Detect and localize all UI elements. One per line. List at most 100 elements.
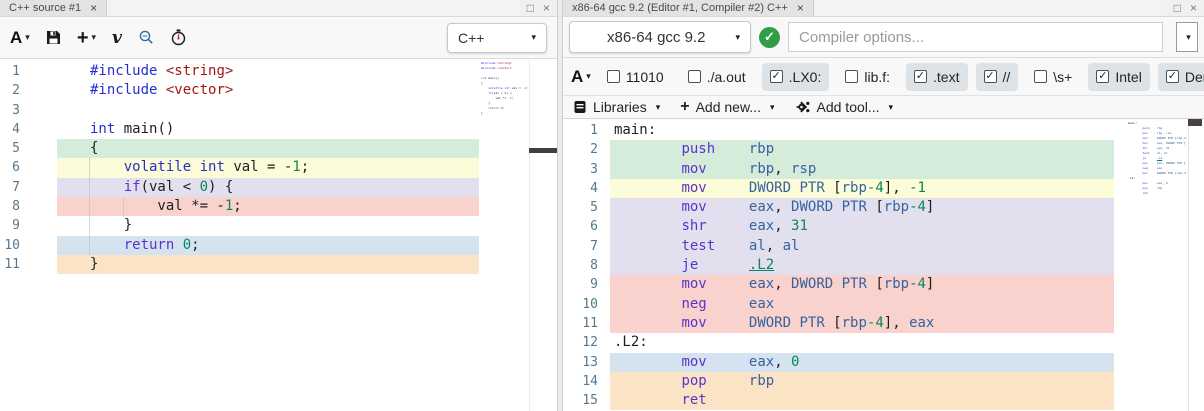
- code-line[interactable]: 4 int main(): [0, 120, 557, 139]
- code-line[interactable]: 9 mov eax, DWORD PTR [rbp-4]: [563, 275, 1204, 295]
- close-icon[interactable]: ×: [90, 2, 97, 14]
- asm-font-size-button[interactable]: A ▾: [571, 67, 591, 87]
- tab-cpp-source[interactable]: C++ source #1 ×: [0, 0, 108, 16]
- code-line[interactable]: 7 if(val < 0) {: [0, 177, 557, 198]
- filter-label: 11010: [625, 68, 664, 85]
- code-text: val *= -1;: [57, 197, 479, 217]
- code-text: mov DWORD PTR [rbp-4], eax: [610, 313, 1114, 334]
- minimap-token: {: [481, 81, 483, 85]
- code-line[interactable]: 3 mov rbp, rsp: [563, 159, 1204, 179]
- source-editor[interactable]: 1 #include <string> 2 #include <vector> 3 4 in…: [0, 59, 557, 411]
- filter-toggle[interactable]: ✓ .LX0:: [761, 62, 830, 91]
- add-new-button[interactable]: + Add new... ▾: [680, 98, 774, 116]
- token: eax: [748, 276, 775, 293]
- code-line[interactable]: 7 test al, al: [563, 236, 1204, 257]
- tab-compiler-output[interactable]: x86-64 gcc 9.2 (Editor #1, Compiler #2) …: [563, 0, 814, 16]
- language-selector[interactable]: C++ ▾: [447, 22, 547, 53]
- code-line[interactable]: 11}: [0, 254, 557, 275]
- code-line[interactable]: 10 return 0;: [0, 235, 557, 255]
- code-line[interactable]: 5{: [0, 139, 557, 159]
- minimap-token: [1128, 181, 1142, 185]
- filter-toggle[interactable]: ✓ //: [975, 62, 1019, 91]
- minimap-line: ret: [1128, 191, 1186, 196]
- code-line[interactable]: 8 val *= -1;: [0, 197, 557, 217]
- scrollbar-marker[interactable]: [529, 148, 557, 153]
- code-line[interactable]: 1 #include <string>: [0, 62, 557, 81]
- filter-toggle[interactable]: lib.f:: [837, 63, 898, 91]
- zoom-button[interactable]: [138, 29, 155, 46]
- code-line[interactable]: 2 push rbp: [563, 140, 1204, 160]
- token: ) {: [208, 178, 234, 195]
- minimap-token: [1128, 191, 1142, 195]
- maximize-icon[interactable]: □: [1174, 2, 1181, 14]
- scrollbar[interactable]: [529, 59, 546, 411]
- code-text: #include <vector>: [57, 81, 479, 100]
- code-line[interactable]: 6 shr eax, 31: [563, 217, 1204, 237]
- code-line[interactable]: 8 je .L2: [563, 256, 1204, 276]
- token: 1: [292, 159, 301, 176]
- filter-toggle[interactable]: \s+: [1026, 63, 1080, 91]
- code-line[interactable]: 4 mov DWORD PTR [rbp-4], -1: [563, 178, 1204, 199]
- maximize-icon[interactable]: □: [527, 2, 534, 14]
- token: <string>: [165, 63, 234, 79]
- check-icon: ✓: [764, 29, 775, 44]
- font-size-button[interactable]: A ▾: [10, 28, 30, 48]
- add-pane-button[interactable]: + ▾: [77, 28, 96, 48]
- code-line[interactable]: 1 main:: [563, 121, 1204, 140]
- code-line[interactable]: 2 #include <vector>: [0, 81, 557, 100]
- token: {: [90, 140, 99, 157]
- timing-button[interactable]: [171, 29, 186, 46]
- line-number: 8: [12, 199, 20, 215]
- filter-toggle[interactable]: ✓ .text: [906, 62, 968, 91]
- token: mov: [681, 160, 707, 177]
- token: 0: [199, 178, 209, 195]
- token: ret: [681, 392, 707, 409]
- close-icon[interactable]: ×: [797, 2, 804, 14]
- close-icon[interactable]: ×: [1190, 2, 1197, 14]
- filter-toggle[interactable]: ./a.out: [680, 63, 754, 91]
- close-icon[interactable]: ×: [543, 2, 550, 14]
- minimap-token: <vector>: [497, 66, 512, 70]
- code-line[interactable]: 9 }: [0, 216, 557, 235]
- add-tool-button[interactable]: Add tool... ▾: [795, 99, 893, 115]
- code-line[interactable]: 11 mov DWORD PTR [rbp-4], eax: [563, 313, 1204, 334]
- code-text: mov eax, DWORD PTR [rbp-4]: [610, 275, 1114, 295]
- options-dropdown-button[interactable]: ▾: [1176, 22, 1198, 52]
- code-line[interactable]: 12 .L2:: [563, 333, 1204, 352]
- code-text: #include <string>: [57, 62, 479, 81]
- minimap[interactable]: #include <string> #include <vector> int ma…: [481, 61, 529, 116]
- libraries-button[interactable]: Libraries ▾: [573, 99, 660, 115]
- save-button[interactable]: [46, 30, 61, 45]
- code-line[interactable]: 5 mov eax, DWORD PTR [rbp-4]: [563, 198, 1204, 218]
- code-line[interactable]: 3: [0, 101, 557, 120]
- minimap-token: [1128, 146, 1142, 150]
- compiler-selector[interactable]: x86-64 gcc 9.2 ▾: [569, 21, 751, 53]
- code-line[interactable]: 10 neg eax: [563, 294, 1204, 314]
- compiler-options-input[interactable]: [788, 22, 1163, 52]
- token: (val <: [140, 178, 200, 195]
- vim-mode-button[interactable]: v: [112, 28, 122, 48]
- token: mov: [681, 353, 707, 370]
- filter-toggle[interactable]: 11010: [599, 63, 672, 91]
- minimap[interactable]: main: push rbp mov rbp, rsp mov DWORD PT…: [1128, 121, 1186, 196]
- code-line[interactable]: 13 mov eax, 0: [563, 352, 1204, 372]
- scrollbar[interactable]: [1188, 119, 1202, 411]
- code-line[interactable]: 14 pop rbp: [563, 371, 1204, 392]
- line-number: 2: [12, 83, 20, 99]
- compiler-pane: x86-64 gcc 9.2 (Editor #1, Compiler #2) …: [563, 0, 1204, 411]
- filter-toggle[interactable]: ✓ Intel: [1088, 62, 1150, 91]
- line-number: 10: [582, 296, 598, 312]
- code-line[interactable]: 6 volatile int val = -1;: [0, 158, 557, 178]
- filter-toggle[interactable]: ✓ Demangle: [1157, 62, 1204, 91]
- minimap-token: }: [481, 101, 491, 105]
- minimap-token: main(): [486, 76, 500, 80]
- assembly-editor[interactable]: 1 main: 2 push rbp 3 mov rbp, rsp 4 mov DWOR…: [563, 119, 1204, 411]
- code-line[interactable]: 15 ret: [563, 391, 1204, 411]
- chevron-down-icon: ▾: [531, 32, 536, 42]
- plus-icon: +: [680, 98, 690, 115]
- token: if: [123, 178, 141, 195]
- scrollbar-marker[interactable]: [1188, 119, 1202, 126]
